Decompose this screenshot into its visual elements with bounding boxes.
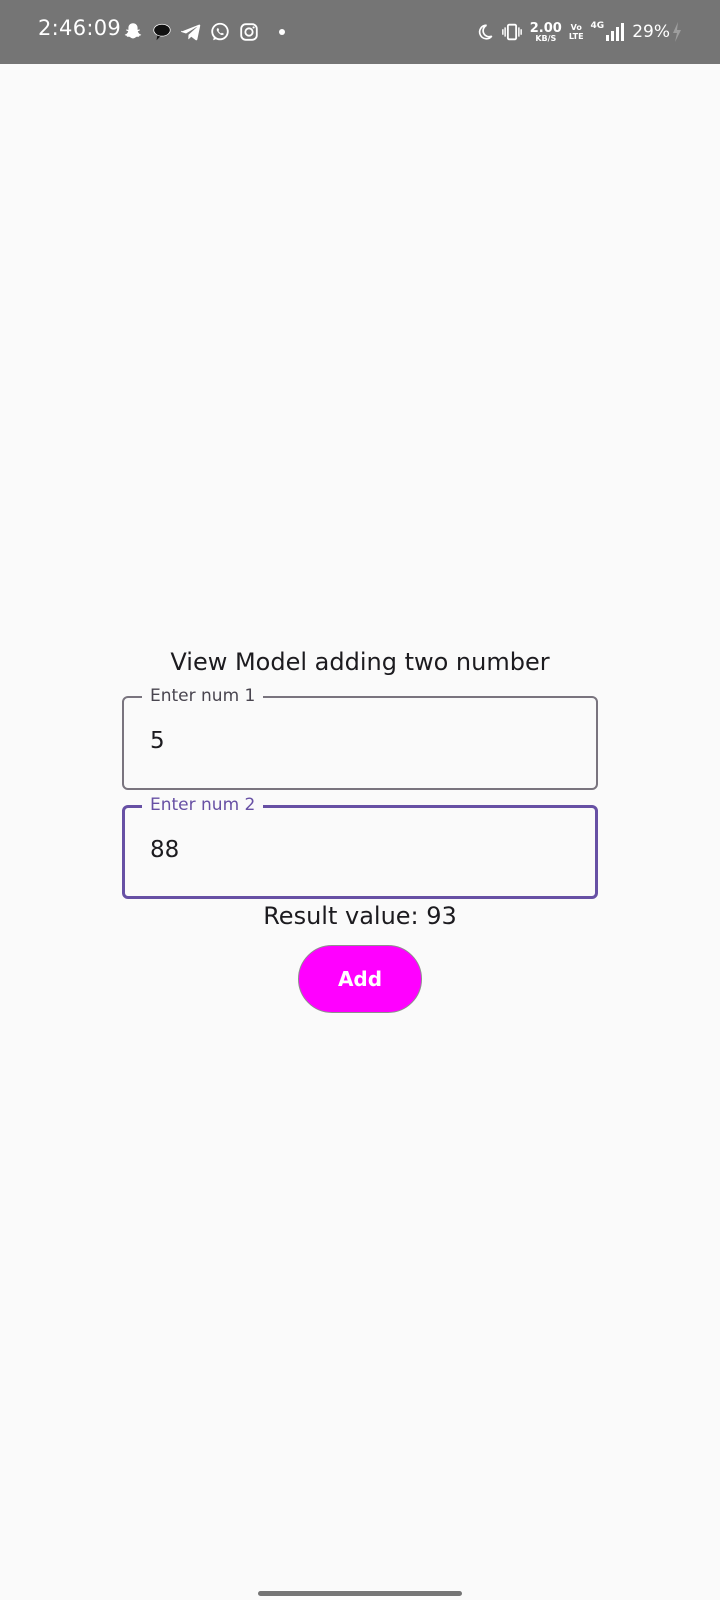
telegram-icon (181, 24, 201, 41)
vibrate-icon (501, 23, 522, 41)
charging-bolt-icon (673, 22, 681, 42)
system-icons: 2.00 KB/S Vo LTE 4G 29% (476, 18, 670, 46)
do-not-disturb-moon-icon (478, 24, 493, 40)
num2-input[interactable]: Enter num 2 88 (122, 795, 598, 899)
more-notifications-dot (279, 29, 285, 35)
whatsapp-icon (211, 22, 229, 41)
num1-input[interactable]: Enter num 1 5 (122, 686, 598, 790)
signal-bars-icon (606, 23, 625, 41)
notification-icons (122, 20, 285, 44)
num2-label: Enter num 2 (142, 795, 264, 815)
status-bar: 2:46:09 2.00 KB/S Vo LTE 4G 29% (0, 0, 720, 64)
battery-percent: 29% (632, 22, 670, 42)
gesture-nav-handle[interactable] (258, 1591, 462, 1596)
volte-bottom: LTE (568, 32, 584, 41)
volte-top: Vo (570, 23, 582, 32)
network-speed: 2.00 KB/S (530, 22, 562, 43)
num2-value[interactable]: 88 (150, 837, 179, 863)
result-text: Result value: 93 (263, 902, 457, 930)
chat-bubble-icon (153, 23, 171, 41)
network-type: 4G (590, 21, 605, 31)
instagram-icon (240, 23, 258, 41)
num1-value[interactable]: 5 (150, 728, 165, 754)
page-title: View Model adding two number (170, 648, 550, 676)
add-button[interactable]: Add (298, 945, 422, 1013)
num1-label: Enter num 1 (142, 686, 264, 706)
net-speed-unit: KB/S (535, 33, 557, 43)
net-speed-value: 2.00 (529, 20, 562, 36)
cellular-signal: 4G (591, 22, 626, 42)
snapchat-icon (124, 23, 142, 39)
status-time: 2:46:09 (38, 16, 122, 40)
volte-indicator: Vo LTE (569, 23, 584, 41)
